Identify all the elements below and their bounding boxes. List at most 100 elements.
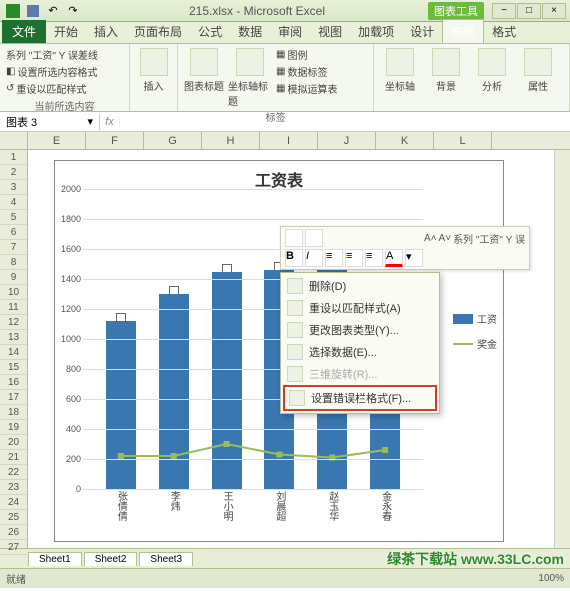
row-header[interactable]: 9	[0, 270, 27, 285]
col-header[interactable]: H	[202, 132, 260, 149]
tab-view[interactable]: 视图	[310, 20, 350, 43]
col-header[interactable]: J	[318, 132, 376, 149]
row-header[interactable]: 6	[0, 225, 27, 240]
tab-formulas[interactable]: 公式	[190, 20, 230, 43]
italic-button[interactable]: I	[305, 249, 323, 267]
error-bar[interactable]	[222, 264, 232, 272]
vertical-scrollbar[interactable]	[554, 150, 570, 548]
tab-design[interactable]: 设计	[402, 20, 442, 43]
redo-icon[interactable]: ↷	[64, 2, 82, 20]
row-header[interactable]: 12	[0, 315, 27, 330]
row-header[interactable]: 23	[0, 480, 27, 495]
col-header[interactable]: K	[376, 132, 434, 149]
row-header[interactable]: 14	[0, 345, 27, 360]
properties-button[interactable]: 属性	[516, 46, 560, 109]
row-header[interactable]: 5	[0, 210, 27, 225]
row-header[interactable]: 8	[0, 255, 27, 270]
bar[interactable]	[212, 272, 242, 490]
font-size-label: A˄	[424, 233, 437, 244]
close-button[interactable]: ×	[542, 3, 566, 19]
menu-reset-style[interactable]: 重设以匹配样式(A)	[283, 297, 437, 319]
row-header[interactable]: 3	[0, 180, 27, 195]
tab-format[interactable]: 格式	[484, 20, 524, 43]
row-header[interactable]: 18	[0, 405, 27, 420]
row-header[interactable]: 20	[0, 435, 27, 450]
reset-style-button[interactable]: ↺重设以匹配样式	[4, 80, 100, 97]
tab-data[interactable]: 数据	[230, 20, 270, 43]
undo-icon[interactable]: ↶	[44, 2, 62, 20]
quick-access-toolbar: ↶ ↷	[0, 2, 86, 20]
legend-item[interactable]: 奖金	[453, 336, 497, 351]
column-headers: E F G H I J K L	[0, 132, 570, 150]
data-labels-button[interactable]: ▦数据标签	[274, 63, 339, 80]
menu-change-chart-type[interactable]: 更改图表类型(Y)...	[283, 319, 437, 341]
insert-button[interactable]: 插入	[134, 46, 173, 109]
row-header[interactable]: 19	[0, 420, 27, 435]
bold-button[interactable]: B	[285, 249, 303, 267]
menu-delete[interactable]: 删除(D)	[283, 275, 437, 297]
legend-button[interactable]: ▦图例	[274, 46, 339, 63]
sheet-tab[interactable]: Sheet1	[28, 552, 82, 566]
tab-insert[interactable]: 插入	[86, 20, 126, 43]
legend-item[interactable]: 工资	[453, 311, 497, 326]
data-table-button[interactable]: ▦模拟运算表	[274, 80, 339, 97]
sheet-tab[interactable]: Sheet2	[84, 552, 138, 566]
row-header[interactable]: 24	[0, 495, 27, 510]
bar[interactable]	[106, 321, 136, 489]
menu-select-data[interactable]: 选择数据(E)...	[283, 341, 437, 363]
background-button[interactable]: 背景	[424, 46, 468, 109]
selection-dropdown[interactable]: 系列 "工资" Y 误差线	[4, 46, 100, 63]
row-header[interactable]: 27	[0, 540, 27, 555]
row-header[interactable]: 26	[0, 525, 27, 540]
axis-title-button[interactable]: 坐标轴标题	[228, 46, 272, 108]
select-all-corner[interactable]	[0, 132, 28, 149]
col-header[interactable]: E	[28, 132, 86, 149]
font-color-button[interactable]: A	[385, 249, 403, 267]
zoom-level[interactable]: 100%	[538, 573, 564, 584]
align-button[interactable]: ≡	[345, 249, 363, 267]
fill-color-button[interactable]	[285, 229, 303, 247]
error-bar[interactable]	[116, 313, 126, 321]
file-tab[interactable]: 文件	[2, 20, 46, 43]
maximize-button[interactable]: □	[517, 3, 541, 19]
tab-page-layout[interactable]: 页面布局	[126, 20, 190, 43]
tab-home[interactable]: 开始	[46, 20, 86, 43]
error-bar[interactable]	[169, 286, 179, 294]
align-button[interactable]: ≡	[325, 249, 343, 267]
format-selection-button[interactable]: ◧设置所选内容格式	[4, 63, 100, 80]
row-header[interactable]: 1	[0, 150, 27, 165]
fx-label[interactable]: fx	[100, 116, 120, 128]
col-header[interactable]: L	[434, 132, 492, 149]
col-header[interactable]: F	[86, 132, 144, 149]
row-header[interactable]: 16	[0, 375, 27, 390]
outline-button[interactable]	[305, 229, 323, 247]
align-button[interactable]: ≡	[365, 249, 383, 267]
excel-icon[interactable]	[4, 2, 22, 20]
row-header[interactable]: 11	[0, 300, 27, 315]
chart-legend[interactable]: 工资 奖金	[453, 311, 497, 361]
sheet-tab[interactable]: Sheet3	[139, 552, 193, 566]
analysis-button[interactable]: 分析	[470, 46, 514, 109]
row-header[interactable]: 17	[0, 390, 27, 405]
save-icon[interactable]	[24, 2, 42, 20]
tab-addins[interactable]: 加载项	[350, 20, 402, 43]
more-button[interactable]: ▾	[405, 249, 423, 267]
row-header[interactable]: 2	[0, 165, 27, 180]
row-header[interactable]: 13	[0, 330, 27, 345]
row-header[interactable]: 7	[0, 240, 27, 255]
menu-format-error-bars[interactable]: 设置错误栏格式(F)...	[283, 385, 437, 411]
axes-button[interactable]: 坐标轴	[378, 46, 422, 109]
row-header[interactable]: 25	[0, 510, 27, 525]
row-header[interactable]: 21	[0, 450, 27, 465]
col-header[interactable]: I	[260, 132, 318, 149]
row-header[interactable]: 22	[0, 465, 27, 480]
name-box[interactable]: 图表 3▾	[0, 114, 100, 130]
tab-layout[interactable]: 布局	[442, 19, 484, 43]
col-header[interactable]: G	[144, 132, 202, 149]
minimize-button[interactable]: −	[492, 3, 516, 19]
row-header[interactable]: 15	[0, 360, 27, 375]
tab-review[interactable]: 审阅	[270, 20, 310, 43]
row-header[interactable]: 4	[0, 195, 27, 210]
row-header[interactable]: 10	[0, 285, 27, 300]
chart-title-button[interactable]: 图表标题	[182, 46, 226, 108]
